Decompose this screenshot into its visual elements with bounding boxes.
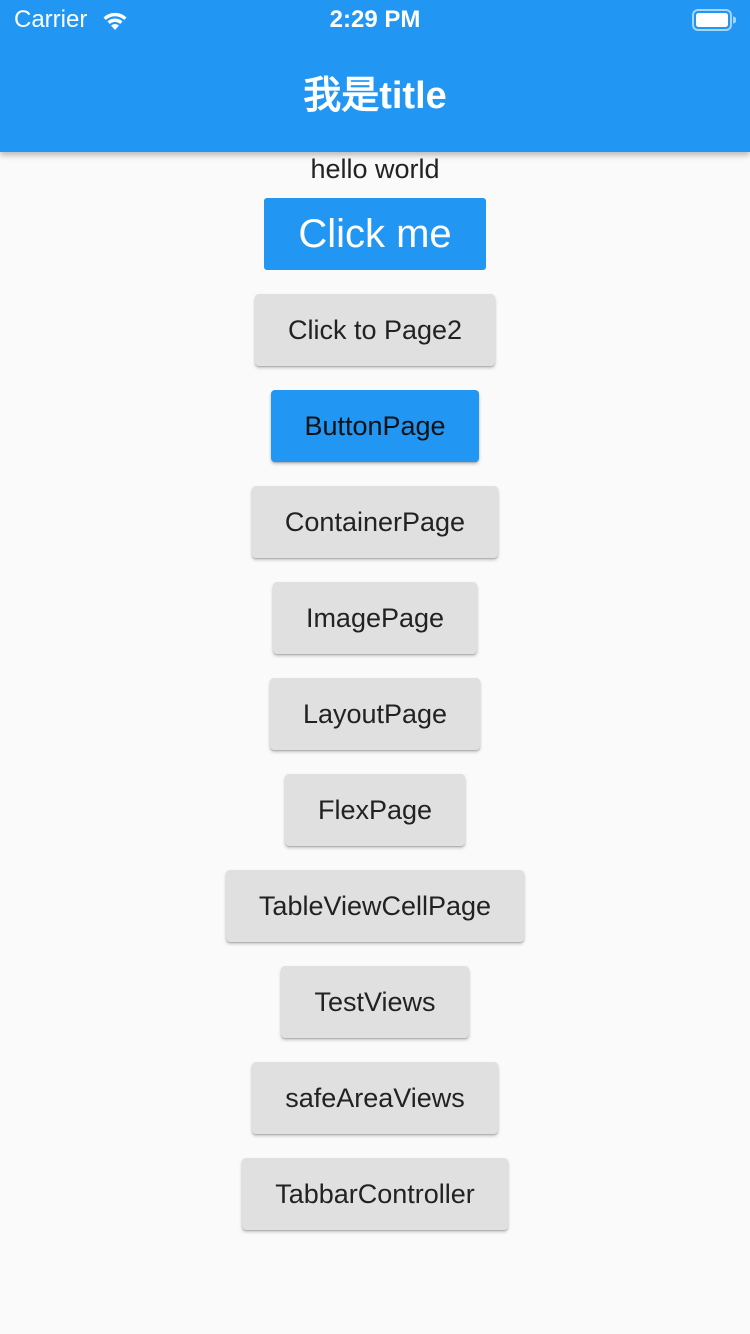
main-content: hello world Click me Click to Page2 Butt…: [0, 152, 750, 1230]
page-title: 我是title: [303, 75, 447, 117]
layout-page-button[interactable]: LayoutPage: [269, 678, 481, 750]
status-time: 2:29 PM: [329, 6, 421, 33]
test-views-button[interactable]: TestViews: [281, 966, 469, 1038]
page2-button[interactable]: Click to Page2: [254, 294, 496, 366]
image-page-button[interactable]: ImagePage: [272, 582, 478, 654]
tableviewcell-page-button[interactable]: TableViewCellPage: [225, 870, 525, 942]
hello-text: hello world: [310, 154, 440, 184]
click-me-button[interactable]: Click me: [264, 198, 486, 270]
battery-icon: [692, 9, 736, 31]
status-bar: Carrier 2:29 PM: [0, 0, 750, 40]
tabbar-controller-button[interactable]: TabbarController: [242, 1158, 508, 1230]
container-page-button[interactable]: ContainerPage: [251, 486, 499, 558]
button-page-button[interactable]: ButtonPage: [271, 390, 479, 462]
app-screen: Carrier 2:29 PM 我是title hello world Clic…: [0, 0, 750, 1334]
app-bar: Carrier 2:29 PM 我是title: [0, 0, 750, 152]
flex-page-button[interactable]: FlexPage: [284, 774, 466, 846]
safe-area-views-button[interactable]: safeAreaViews: [252, 1062, 498, 1134]
